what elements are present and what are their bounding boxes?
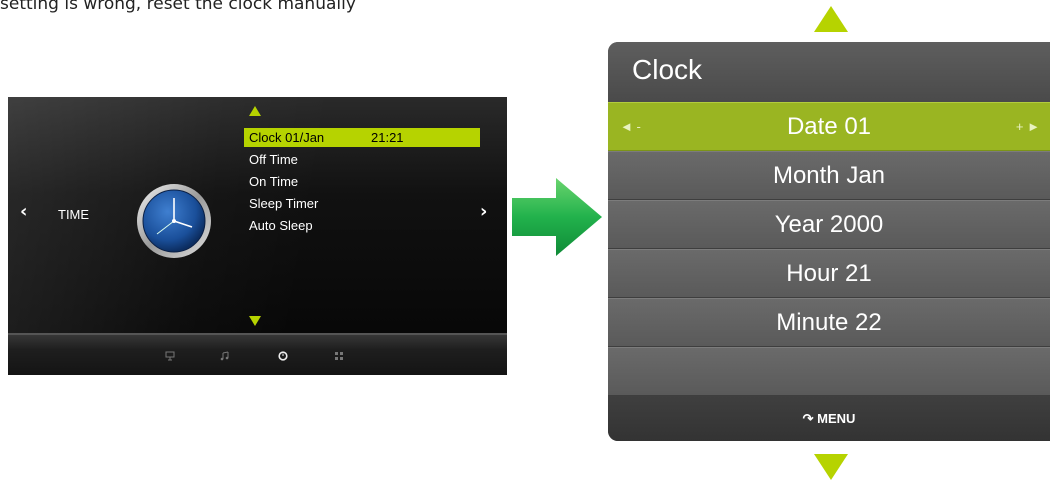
menu-item-auto-sleep[interactable]: Auto Sleep: [244, 215, 480, 237]
decrease-control[interactable]: ◄ -: [620, 103, 641, 150]
increase-control[interactable]: + ►: [1016, 103, 1040, 150]
music-icon[interactable]: [220, 351, 230, 361]
source-bar: [8, 333, 507, 375]
menu-item-sleep-timer[interactable]: Sleep Timer: [244, 193, 480, 215]
row-hour[interactable]: Hour 21: [608, 249, 1050, 298]
clock-icon: [135, 182, 213, 260]
panel-title: Clock: [632, 54, 703, 85]
row-empty: [608, 347, 1050, 396]
footer-label: MENU: [817, 411, 856, 426]
menu-item-clock[interactable]: Clock 01/Jan 21:21: [244, 128, 480, 147]
menu-item-on-time[interactable]: On Time: [244, 171, 480, 193]
menu-item-label: Clock 01/Jan: [249, 130, 325, 145]
panel-up-arrow-icon[interactable]: [814, 6, 848, 32]
nav-right-arrow-icon[interactable]: ›: [480, 201, 487, 222]
monitor-icon[interactable]: [165, 351, 175, 361]
row-label: Year 2000: [774, 211, 884, 238]
tv-time-menu: ‹ › TIME Clock 01/Jan 21:21 Off Time On …: [8, 97, 507, 375]
panel-header: Clock: [608, 42, 1050, 102]
menu-item-label: Off Time: [249, 152, 298, 167]
scroll-down-arrow-icon[interactable]: [249, 316, 261, 326]
row-label: Minute 22: [776, 309, 882, 336]
menu-item-value: 21:21: [371, 130, 404, 145]
menu-item-label: Auto Sleep: [249, 218, 313, 233]
row-month[interactable]: Month Jan: [608, 151, 1050, 200]
nav-left-arrow-icon[interactable]: ‹: [20, 201, 27, 222]
time-menu-list: Clock 01/Jan 21:21 Off Time On Time Slee…: [244, 128, 480, 237]
menu-item-label: Sleep Timer: [249, 196, 319, 211]
clock-tab-icon[interactable]: [278, 351, 288, 361]
row-label: Month Jan: [772, 162, 886, 189]
row-label: Hour 21: [786, 260, 872, 287]
back-arrow-icon: ↷: [802, 411, 814, 426]
section-title: TIME: [58, 207, 90, 222]
grid-icon[interactable]: [334, 351, 344, 361]
scroll-up-arrow-icon[interactable]: [249, 106, 261, 116]
panel-down-arrow-icon[interactable]: [814, 454, 848, 480]
row-minute[interactable]: Minute 22: [608, 298, 1050, 347]
menu-item-label: On Time: [249, 174, 299, 189]
menu-item-off-time[interactable]: Off Time: [244, 149, 480, 171]
clock-settings-panel: Clock ◄ - Date 01 + ► Month Jan Year 200…: [608, 42, 1050, 441]
menu-back-button[interactable]: ↷ MENU: [608, 396, 1050, 441]
next-step-arrow-icon: [512, 178, 602, 256]
instruction-caption: setting is wrong, reset the clock manual…: [0, 0, 356, 14]
row-year[interactable]: Year 2000: [608, 200, 1050, 249]
row-date[interactable]: ◄ - Date 01 + ►: [608, 102, 1050, 151]
row-label: Date 01: [786, 113, 872, 140]
bar-divider: [8, 333, 507, 335]
